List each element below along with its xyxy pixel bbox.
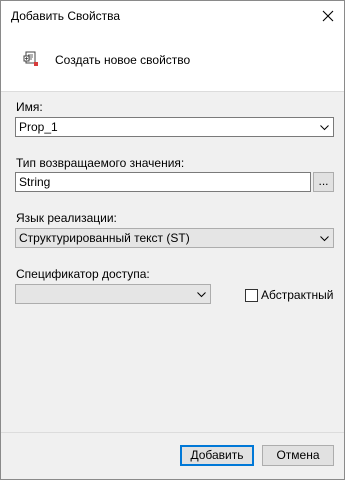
return-type-input[interactable]: String	[15, 172, 311, 192]
title-bar: Добавить Свойства	[1, 1, 344, 31]
return-type-label: Тип возвращаемого значения:	[16, 156, 185, 170]
dialog-footer: Добавить Отмена	[1, 432, 344, 479]
chevron-down-icon	[320, 125, 329, 131]
name-label: Имя:	[16, 100, 43, 114]
close-icon	[322, 10, 334, 22]
name-value: Prop_1	[19, 120, 58, 134]
chevron-down-icon	[197, 292, 206, 298]
cancel-button[interactable]: Отмена	[262, 445, 334, 466]
language-dropdown[interactable]: Структурированный текст (ST)	[15, 228, 334, 248]
language-label: Язык реализации:	[16, 211, 117, 225]
language-value: Структурированный текст (ST)	[19, 231, 190, 245]
add-button[interactable]: Добавить	[180, 445, 254, 466]
new-property-icon	[23, 51, 38, 66]
abstract-label: Абстрактный	[261, 288, 334, 302]
window-title: Добавить Свойства	[11, 9, 121, 23]
header-band: Создать новое свойство	[1, 31, 344, 92]
chevron-down-icon	[320, 236, 329, 242]
create-new-property-label: Создать новое свойство	[55, 53, 191, 67]
browse-type-button[interactable]: ...	[313, 172, 334, 192]
name-combobox[interactable]: Prop_1	[15, 117, 334, 137]
abstract-checkbox[interactable]	[245, 289, 258, 302]
add-property-dialog: Добавить Свойства Создать новое свойство…	[0, 0, 345, 480]
close-button[interactable]	[312, 1, 344, 31]
form-area: Имя: Prop_1 Тип возвращаемого значения: …	[1, 92, 344, 433]
access-specifier-label: Спецификатор доступа:	[16, 267, 150, 281]
access-specifier-dropdown[interactable]	[15, 284, 211, 304]
return-type-value: String	[19, 175, 51, 189]
